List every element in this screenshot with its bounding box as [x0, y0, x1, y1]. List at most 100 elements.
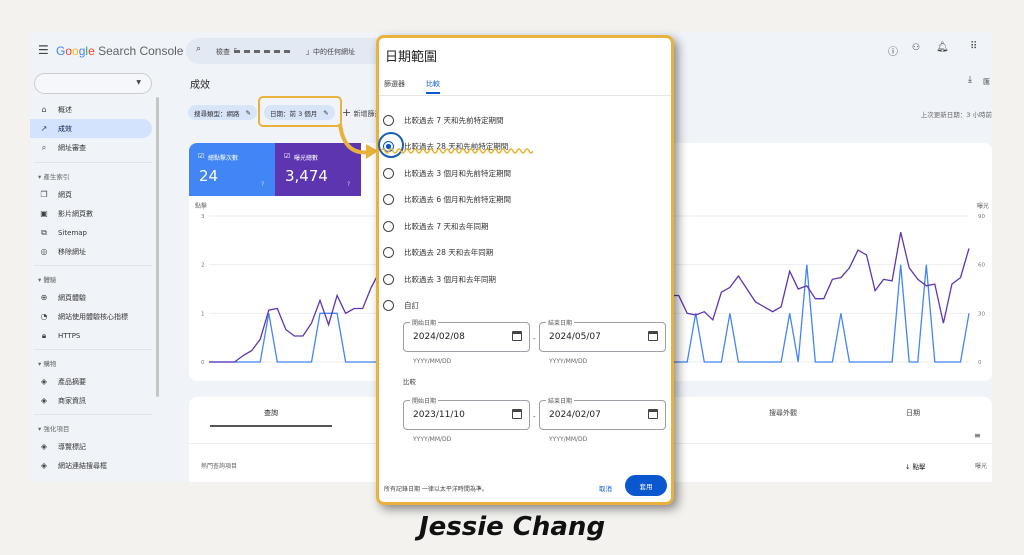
- apps-icon[interactable]: ⠿: [970, 41, 977, 52]
- video-icon: ▣: [40, 209, 48, 218]
- filter-icon[interactable]: ≡: [974, 431, 981, 440]
- sidebar-item[interactable]: 🔒︎ HTTPS: [30, 326, 152, 345]
- radio-button[interactable]: [383, 247, 394, 258]
- left-tick: 1: [201, 311, 205, 317]
- sidebar-item[interactable]: ◈ 產品摘要: [30, 372, 152, 391]
- search-icon: ⌕: [196, 44, 202, 54]
- sitemap-icon: ⧉: [41, 227, 47, 237]
- compare-label: 比較: [403, 378, 416, 386]
- right-tick: 0: [978, 360, 982, 366]
- compare-option[interactable]: 比較過去 6 個月和先前特定期間: [383, 190, 511, 210]
- menu-icon[interactable]: ☰: [38, 43, 49, 57]
- layers-icon: ◈: [40, 377, 48, 386]
- redacted-site: [234, 50, 294, 53]
- radio-button[interactable]: [383, 194, 394, 205]
- filter-chip-search-type[interactable]: 搜尋類型：網路 ✎: [188, 105, 257, 120]
- column-clicks[interactable]: ↓ 點擊: [905, 461, 926, 471]
- sidebar-section-header[interactable]: ▾ 體驗: [38, 274, 56, 284]
- compare-start-date-field[interactable]: 開始日期 2023/11/10: [403, 396, 530, 430]
- timezone-note: 所有記錄日期 一律以太平洋時間為準。: [384, 486, 488, 493]
- search-icon: ⌕: [41, 142, 47, 152]
- pages-icon: ❐: [40, 190, 48, 199]
- compare-option[interactable]: 比較過去 3 個月和去年同期: [383, 269, 496, 289]
- right-tick: 60: [978, 263, 985, 269]
- sidebar-scrollbar[interactable]: [156, 97, 159, 397]
- radio-button[interactable]: [383, 220, 394, 232]
- column-impressions[interactable]: 曝光: [975, 461, 987, 470]
- page-title: 成效: [190, 80, 210, 91]
- radio-button[interactable]: [383, 114, 394, 126]
- eye-off-icon: ◎: [40, 247, 48, 256]
- calendar-icon[interactable]: [512, 331, 522, 341]
- sidebar-item[interactable]: ↗ 成效: [30, 119, 152, 138]
- left-tick: 2: [201, 263, 205, 269]
- logo[interactable]: Google Search Console: [56, 44, 183, 58]
- tab-filter[interactable]: 篩選器: [384, 79, 405, 89]
- download-icon[interactable]: ⤓: [968, 75, 972, 85]
- tab-search-appearance[interactable]: 搜尋外觀: [769, 408, 797, 418]
- checkbox-icon: ☑: [198, 152, 205, 160]
- sidebar-item[interactable]: ◈ 網站連結搜尋框: [30, 456, 152, 475]
- metric-card-clicks[interactable]: ☑ 總點擊次數 24 ?: [189, 143, 275, 196]
- sidebar-item[interactable]: ◈ 商家資訊: [30, 391, 152, 410]
- layers-icon: ◈: [40, 396, 48, 405]
- right-axis-label: 曝光: [977, 202, 989, 210]
- bell-icon[interactable]: 🔔︎: [936, 42, 949, 53]
- calendar-icon[interactable]: [648, 331, 658, 341]
- dialog-title: 日期範圍: [385, 50, 438, 65]
- radio-button[interactable]: [383, 300, 394, 311]
- sidebar-item[interactable]: ⧉ Sitemap: [30, 223, 152, 242]
- user-settings-icon[interactable]: ⚇: [912, 43, 920, 53]
- calendar-icon[interactable]: [512, 409, 522, 419]
- annotation-arrow: [338, 123, 378, 159]
- layers-icon: ◈: [40, 461, 48, 470]
- radio-button[interactable]: [383, 273, 394, 285]
- sidebar-section-header[interactable]: ▾ 強化項目: [38, 423, 69, 433]
- sidebar-item[interactable]: ❐ 網頁: [30, 185, 152, 204]
- sidebar-item[interactable]: ⌕ 網址審查: [30, 138, 152, 157]
- cancel-button[interactable]: 取消: [599, 483, 612, 493]
- compare-option[interactable]: 比較過去 28 天和去年同期: [383, 243, 493, 263]
- radio-button[interactable]: [383, 167, 394, 179]
- column-top-queries: 熱門查詢項目: [201, 463, 238, 470]
- left-tick: 3: [201, 214, 205, 220]
- sidebar-item[interactable]: ⊕ 網頁體驗: [30, 288, 152, 307]
- tab-underline: [210, 425, 332, 427]
- export-button[interactable]: 匯: [983, 77, 990, 87]
- tab-dates[interactable]: 日期: [906, 408, 920, 418]
- lock-icon: 🔒︎: [41, 330, 47, 340]
- divider: [34, 414, 152, 415]
- sidebar-item[interactable]: ◎ 移除網址: [30, 242, 152, 261]
- compare-option[interactable]: 比較過去 3 個月和先前特定期間: [383, 163, 511, 183]
- help-icon[interactable]: ?: [261, 181, 264, 188]
- end-date-field[interactable]: 結束日期 2024/05/07: [539, 318, 666, 352]
- divider: [34, 349, 152, 350]
- tab-queries[interactable]: 查詢: [264, 408, 278, 418]
- divider: [34, 162, 152, 163]
- sidebar-section-header[interactable]: ▾ 購物: [38, 358, 56, 368]
- checkbox-icon: ☑: [284, 152, 291, 160]
- trending-icon: ↗: [40, 124, 48, 133]
- plus-circle-icon: ⊕: [40, 293, 48, 302]
- layers-icon: ◈: [40, 442, 48, 451]
- sidebar-section-header[interactable]: ▾ 產生索引: [38, 171, 69, 181]
- url-inspect-search[interactable]: ⌕ 檢查「 」中的任何網址: [186, 38, 406, 64]
- compare-option[interactable]: 自訂: [383, 296, 419, 316]
- help-icon[interactable]: ?: [347, 181, 350, 188]
- tab-underline: [426, 92, 440, 94]
- sidebar-item[interactable]: ◈ 導覽標記: [30, 437, 152, 456]
- sidebar-item[interactable]: ▣ 影片網頁數: [30, 204, 152, 223]
- sidebar-item[interactable]: ⌂ 概述: [30, 100, 152, 119]
- compare-option[interactable]: 比較過去 7 天和先前特定期間: [383, 110, 504, 130]
- apply-button[interactable]: 套用: [625, 475, 667, 496]
- property-selector[interactable]: ▼: [34, 73, 152, 94]
- left-axis-label: 點擊: [195, 202, 207, 210]
- sidebar-item[interactable]: ◔ 網站使用體驗核心指標: [30, 307, 152, 326]
- start-date-field[interactable]: 開始日期 2024/02/08: [403, 318, 530, 352]
- calendar-icon[interactable]: [648, 409, 658, 419]
- help-icon[interactable]: ⓘ: [888, 43, 898, 58]
- right-tick: 90: [978, 214, 985, 220]
- compare-end-date-field[interactable]: 結束日期 2024/02/07: [539, 396, 666, 430]
- tab-compare[interactable]: 比較: [426, 79, 440, 89]
- compare-option[interactable]: 比較過去 7 天和去年同期: [383, 216, 489, 236]
